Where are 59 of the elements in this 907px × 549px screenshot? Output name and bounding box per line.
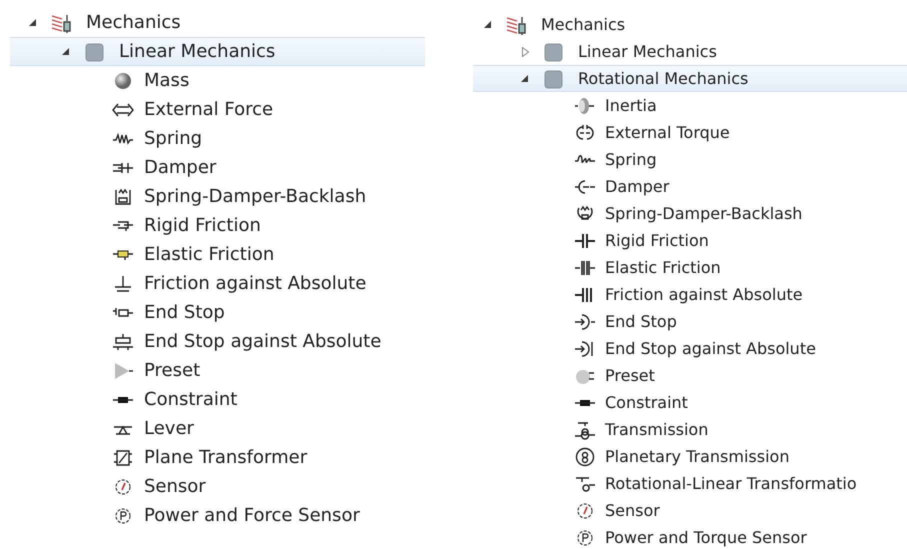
tree-item[interactable]: Rotational-Linear Transformatio	[473, 470, 907, 497]
tree-item[interactable]: Plane Transformer	[10, 443, 425, 472]
tree-item[interactable]: End Stop	[473, 308, 907, 335]
spring-damper-icon	[505, 14, 527, 34]
tree-item[interactable]: Preset	[10, 356, 425, 385]
tree-item[interactable]: Elastic Friction	[473, 254, 907, 281]
tree-item[interactable]: Power and Torque Sensor	[473, 524, 907, 549]
tree-item[interactable]: End Stop against Absolute	[473, 335, 907, 362]
spring-damper-icon	[50, 12, 72, 32]
tree-item[interactable]: Rigid Friction	[10, 211, 425, 240]
tree-item[interactable]: External Torque	[473, 119, 907, 146]
tree-item[interactable]: Sensor	[473, 497, 907, 524]
square-icon	[542, 42, 564, 62]
expander-icon[interactable]	[62, 48, 70, 56]
tree-item[interactable]: Transmission	[473, 416, 907, 443]
tree-item[interactable]: Planetary Transmission	[473, 443, 907, 470]
sphere-icon	[112, 70, 134, 90]
expander-icon[interactable]	[484, 20, 492, 28]
expander-icon[interactable]	[29, 18, 37, 26]
tree-item[interactable]: External Force	[10, 95, 425, 124]
tree-item[interactable]: Spring-Damper-Backlash	[10, 182, 425, 211]
ground-icon	[112, 274, 134, 294]
square-icon	[542, 68, 564, 88]
tree-item[interactable]: Linear Mechanics	[473, 38, 907, 65]
tree-item[interactable]: Rigid Friction	[473, 227, 907, 254]
tree-item[interactable]: Damper	[10, 153, 425, 182]
curved-arrows-icon	[574, 122, 596, 142]
tree-item[interactable]: Damper	[473, 173, 907, 200]
gear-pair-icon	[574, 420, 596, 440]
tree-item[interactable]: Friction against Absolute	[473, 281, 907, 308]
end-stop-icon	[574, 312, 596, 332]
bar-icon	[575, 400, 595, 406]
tree-item[interactable]: End Stop against Absolute	[10, 327, 425, 356]
tree-item[interactable]: Sensor	[10, 472, 425, 501]
square-icon	[83, 42, 105, 62]
transformer-icon	[112, 448, 134, 468]
disc-icon	[574, 96, 596, 116]
tree-item[interactable]: Elastic Friction	[10, 240, 425, 269]
tree-item[interactable]: Spring-Damper-Backlash	[473, 200, 907, 227]
end-stop-icon	[112, 332, 134, 352]
tree-item[interactable]: Inertia	[473, 92, 907, 119]
tree-item[interactable]: Spring	[473, 146, 907, 173]
tree-item[interactable]: Constraint	[10, 385, 425, 414]
tree-item[interactable]: Mechanics	[10, 8, 425, 37]
tree-item[interactable]: Linear Mechanics	[10, 37, 425, 66]
planetary-icon	[574, 446, 596, 466]
tree-item[interactable]: Constraint	[473, 389, 907, 416]
tree-item[interactable]: Mass	[10, 66, 425, 95]
expander-icon[interactable]	[521, 74, 529, 82]
tree-item[interactable]: End Stop	[10, 298, 425, 327]
tree-item[interactable]: Friction against Absolute	[10, 269, 425, 298]
triangle-icon	[112, 360, 134, 380]
tree-item[interactable]: Power and Force Sensor	[10, 501, 425, 530]
tree-item[interactable]: Rotational Mechanics	[473, 65, 907, 92]
tree-item[interactable]: Mechanics	[473, 11, 907, 38]
tree-item[interactable]: Preset	[473, 362, 907, 389]
tree-item[interactable]: Spring	[10, 124, 425, 153]
bar-icon	[113, 396, 133, 402]
tree-item[interactable]: Lever	[10, 414, 425, 443]
